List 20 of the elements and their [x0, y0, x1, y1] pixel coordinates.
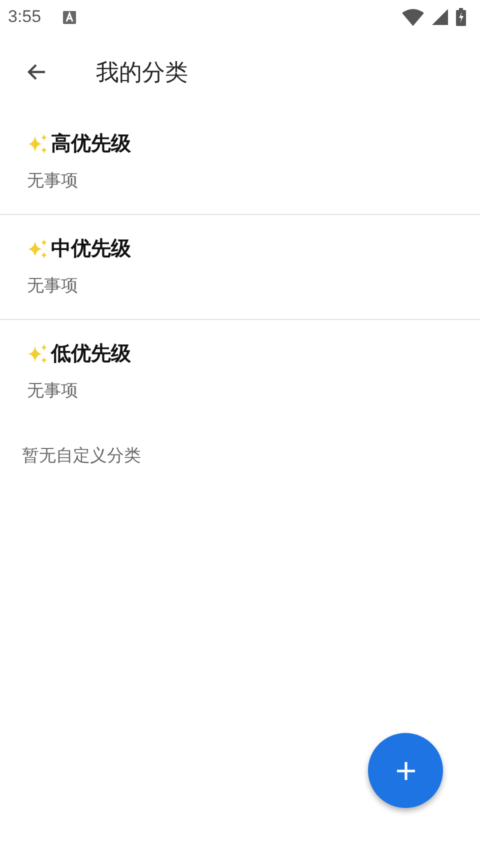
category-item[interactable]: 中优先级 无事项 — [0, 215, 480, 320]
category-count: 无事项 — [27, 170, 79, 192]
empty-message: 暂无自定义分类 — [22, 445, 142, 467]
notification-icon — [63, 10, 76, 24]
category-item[interactable]: 低优先级 无事项 — [0, 320, 480, 425]
add-button[interactable] — [368, 733, 443, 808]
page-title: 我的分类 — [96, 58, 188, 88]
sparkle-icon — [27, 342, 49, 364]
category-name: 高优先级 — [51, 130, 131, 157]
sparkle-icon — [27, 238, 49, 260]
category-name: 中优先级 — [51, 235, 131, 262]
category-count: 无事项 — [27, 275, 79, 297]
sparkle-icon — [27, 132, 49, 154]
status-time: 3:55 — [8, 7, 42, 27]
signal-icon — [432, 9, 448, 25]
wifi-icon — [402, 8, 424, 26]
category-name: 低优先级 — [51, 340, 131, 367]
category-item[interactable]: 高优先级 无事项 — [0, 110, 480, 215]
category-count: 无事项 — [27, 380, 79, 402]
battery-icon — [456, 8, 466, 26]
